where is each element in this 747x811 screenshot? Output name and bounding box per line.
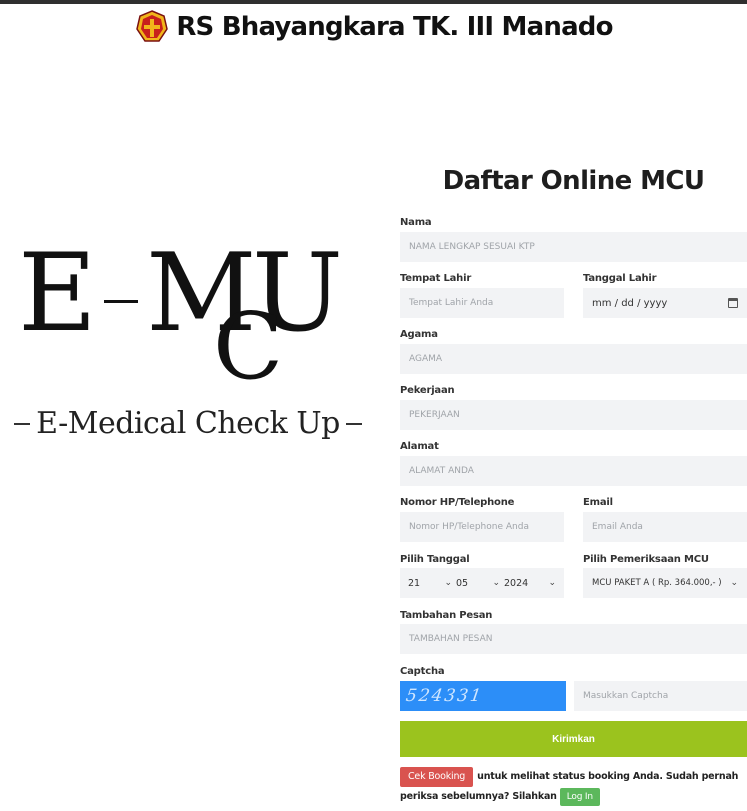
- nama-input[interactable]: NAMA LENGKAP SESUAI KTP: [400, 232, 747, 262]
- emcu-letter-c: C: [213, 293, 283, 400]
- captcha-image: 524331: [400, 681, 566, 711]
- tanggal-lahir-value: mm / dd / yyyy: [592, 297, 668, 309]
- tambahan-pesan-input[interactable]: TAMBAHAN PESAN: [400, 624, 747, 654]
- agama-input[interactable]: AGAMA: [400, 344, 747, 374]
- pekerjaan-placeholder: PEKERJAAN: [409, 410, 460, 420]
- day-value: 21: [408, 577, 421, 589]
- pilih-tanggal-group: 21 ⌄ 05 ⌄ 2024 ⌄: [400, 568, 564, 598]
- month-select[interactable]: 05 ⌄: [456, 578, 500, 589]
- email-label: Email: [583, 497, 613, 508]
- emcu-tagline: E-Medical Check Up: [8, 406, 368, 441]
- kirimkan-button[interactable]: Kirimkan: [400, 721, 747, 757]
- site-header: RS Bhayangkara TK. III Manado: [0, 8, 747, 46]
- nama-label: Nama: [400, 217, 432, 228]
- agama-placeholder: AGAMA: [409, 354, 443, 364]
- alamat-label: Alamat: [400, 441, 439, 452]
- chevron-down-icon: ⌄: [492, 578, 500, 588]
- form-title: Daftar Online MCU: [442, 166, 705, 196]
- alamat-placeholder: ALAMAT ANDA: [409, 466, 474, 476]
- pemeriksaan-label: Pilih Pemeriksaan MCU: [583, 554, 709, 565]
- tagline-dash-right: [345, 422, 362, 425]
- pekerjaan-input[interactable]: PEKERJAAN: [400, 400, 747, 430]
- tanggal-lahir-input[interactable]: mm / dd / yyyy: [583, 288, 747, 318]
- tagline-dash-left: [14, 422, 31, 425]
- captcha-input[interactable]: Masukkan Captcha: [574, 681, 747, 711]
- calendar-icon[interactable]: [728, 298, 738, 308]
- year-select[interactable]: 2024 ⌄: [504, 578, 556, 589]
- pekerjaan-label: Pekerjaan: [400, 385, 455, 396]
- nomor-hp-input[interactable]: Nomor HP/Telephone Anda: [400, 512, 564, 542]
- nomor-hp-label: Nomor HP/Telephone: [400, 497, 515, 508]
- site-title: RS Bhayangkara TK. III Manado: [176, 12, 613, 42]
- email-input[interactable]: Email Anda: [583, 512, 747, 542]
- captcha-placeholder: Masukkan Captcha: [583, 691, 669, 701]
- police-hospital-logo-icon: [136, 10, 169, 42]
- agama-label: Agama: [400, 329, 438, 340]
- tagline-text: E-Medical Check Up: [36, 406, 340, 441]
- tambahan-pesan-label: Tambahan Pesan: [400, 610, 493, 621]
- captcha-code: 524331: [404, 686, 485, 706]
- chevron-down-icon: ⌄: [730, 578, 738, 588]
- month-value: 05: [456, 577, 469, 589]
- tempat-lahir-label: Tempat Lahir: [400, 273, 472, 284]
- captcha-label: Captcha: [400, 666, 445, 677]
- chevron-down-icon: ⌄: [548, 578, 556, 588]
- login-button[interactable]: Log In: [559, 787, 600, 806]
- pemeriksaan-value: MCU PAKET A ( Rp. 364.000,- ): [592, 578, 722, 588]
- nama-placeholder: NAMA LENGKAP SESUAI KTP: [409, 242, 535, 252]
- tanggal-lahir-label: Tanggal Lahir: [583, 273, 657, 284]
- pilih-tanggal-label: Pilih Tanggal: [400, 554, 470, 565]
- tempat-lahir-input[interactable]: Tempat Lahir Anda: [400, 288, 564, 318]
- chevron-down-icon: ⌄: [444, 578, 452, 588]
- pemeriksaan-select[interactable]: MCU PAKET A ( Rp. 364.000,- ) ⌄: [583, 568, 747, 598]
- email-placeholder: Email Anda: [592, 522, 643, 532]
- emcu-logo: E M U C E-Medical Check Up: [0, 230, 380, 470]
- alamat-input[interactable]: ALAMAT ANDA: [400, 456, 747, 486]
- booking-note: Cek Booking untuk melihat status booking …: [400, 767, 747, 807]
- nomor-hp-placeholder: Nomor HP/Telephone Anda: [409, 522, 529, 532]
- cek-booking-button[interactable]: Cek Booking: [400, 767, 474, 787]
- day-select[interactable]: 21 ⌄: [408, 578, 452, 589]
- emcu-letter-e: E: [18, 231, 97, 356]
- top-bar: [0, 0, 747, 4]
- tempat-lahir-placeholder: Tempat Lahir Anda: [409, 298, 494, 308]
- tambahan-pesan-placeholder: TAMBAHAN PESAN: [409, 634, 493, 644]
- emcu-wordmark-icon: E M U C: [18, 231, 343, 400]
- year-value: 2024: [504, 577, 529, 589]
